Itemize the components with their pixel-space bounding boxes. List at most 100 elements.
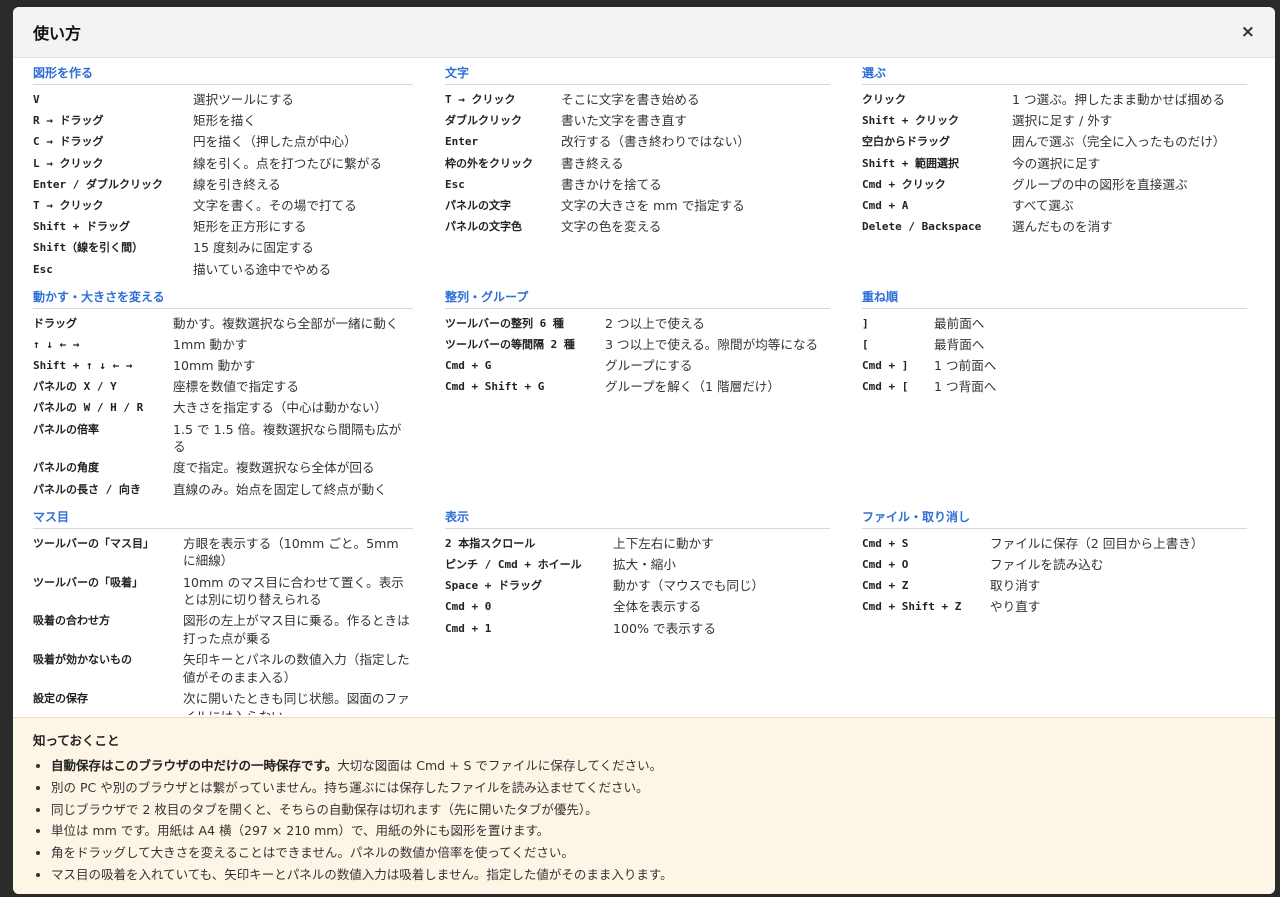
shortcut-row: Cmd + A すべて選ぶ — [862, 197, 1247, 218]
shortcut-row: R → ドラッグ 矩形を描く — [33, 112, 413, 133]
shortcut-description: 1 つ選ぶ。押したまま動かせば掴める — [1012, 92, 1226, 107]
shortcut-key: Cmd + O — [862, 557, 909, 571]
shortcut-key: パネルの文字 — [445, 198, 511, 212]
shortcut-description: 1 つ背面へ — [934, 379, 997, 395]
note-item: 角をドラッグして大きさを変えることはできません。パネルの数値か倍率を使ってくださ… — [51, 842, 1255, 864]
shortcut-key: ツールバーの「吸着」 — [33, 575, 143, 589]
note-emphasis: 自動保存はこのブラウザの中だけの一時保存です。 — [51, 758, 338, 773]
shortcut-description: グループにする — [605, 358, 693, 374]
note-item: マス目の吸着を入れていても、矢印キーとパネルの数値入力は吸着しません。指定した値… — [51, 864, 1255, 886]
shortcut-row: Cmd + S ファイルに保存（2 回目から上書き） — [862, 535, 1247, 556]
notes-panel: 知っておくこと 自動保存はこのブラウザの中だけの一時保存です。大切な図面は Cm… — [13, 717, 1275, 894]
shortcut-row: 枠の外をクリック 書き終える — [445, 155, 830, 176]
shortcut-key: ↑ ↓ ← → — [33, 337, 80, 351]
shortcut-key: Enter / ダブルクリック — [33, 177, 163, 191]
shortcut-section: マス目 ツールバーの「マス目」 方眼を表示する（10mm ごと。5mm に細線） ツー… — [33, 508, 413, 715]
shortcut-key: Shift + 範囲選択 — [862, 156, 959, 170]
shortcut-key: パネルの W / H / R — [33, 401, 144, 415]
shortcut-section: 図形を作る V 選択ツールにする R → ドラッグ 矩形を描く C → ドラッグ 円を描く（… — [33, 64, 413, 282]
shortcut-key: Shift（線を引く間） — [33, 241, 144, 255]
shortcut-row: パネルの角度 度で指定。複数選択なら全体が回る — [33, 459, 413, 480]
shortcut-description: 次に開いたときも同じ状態。図面のファイルには入らない — [183, 690, 410, 715]
section-title: 整列・グループ — [445, 288, 830, 309]
shortcut-key: V — [33, 93, 40, 106]
shortcut-description: 座標を数値で指定する — [173, 379, 299, 395]
shortcut-row: パネルの W / H / R 大きさを指定する（中心は動かない） — [33, 399, 413, 420]
shortcut-row: 吸着が効かないもの 矢印キーとパネルの数値入力（指定した値がそのまま入る） — [33, 651, 413, 690]
shortcut-description: 線を引き終える — [193, 176, 281, 192]
shortcut-description: 3 つ以上で使える。隙間が均等になる — [605, 336, 819, 352]
shortcut-table: Cmd + S ファイルに保存（2 回目から上書き） Cmd + O ファイルを読み込… — [862, 535, 1247, 620]
shortcut-key: R → ドラッグ — [33, 114, 104, 128]
shortcut-key: T → クリック — [33, 198, 104, 212]
shortcut-description: 1mm 動かす — [173, 336, 248, 352]
shortcut-description: 文字の大きさを mm で指定する — [561, 197, 745, 213]
shortcut-description: 大きさを指定する（中心は動かない） — [173, 400, 388, 416]
shortcut-row: Cmd + Shift + Z やり直す — [862, 598, 1247, 619]
shortcut-description: 描いている途中でやめる — [193, 261, 332, 277]
shortcut-description: ファイルに保存（2 回目から上書き） — [990, 535, 1204, 551]
shortcut-row: L → クリック 線を引く。点を打つたびに繋がる — [33, 155, 413, 176]
note-item: 単位は mm です。用紙は A4 横（297 × 210 mm）で、用紙の外にも… — [51, 820, 1255, 842]
shortcut-description: 度で指定。複数選択なら全体が回る — [173, 460, 375, 476]
shortcut-key: パネルの長さ / 向き — [33, 482, 141, 496]
shortcut-description: やり直す — [990, 599, 1041, 615]
shortcut-key: ピンチ / Cmd + ホイール — [445, 557, 582, 571]
shortcut-table: ] 最前面へ [最背面へ Cmd + ] 1 つ前面へ Cmd + [1 つ背面へ — [862, 315, 1247, 400]
shortcut-row: C → ドラッグ 円を描く（押した点が中心） — [33, 133, 413, 154]
shortcut-description: すべて選ぶ — [1012, 197, 1074, 213]
shortcut-description: 書いた文字を書き直す — [561, 113, 687, 129]
shortcut-row: Cmd + [ 1 つ背面へ — [862, 378, 1247, 399]
note-item: 別の PC や別のブラウザとは繋がっていません。持ち運ぶには保存したファイルを読… — [51, 777, 1255, 799]
shortcut-description: 今の選択に足す — [1012, 155, 1101, 171]
shortcut-row: ] 最前面へ — [862, 315, 1247, 336]
shortcut-section: 表示 2 本指スクロール 上下左右に動かす ピンチ / Cmd + ホイール 拡大・縮小… — [445, 508, 830, 715]
shortcut-description: 最前面へ — [934, 315, 985, 331]
shortcut-table: ツールバーの「マス目」 方眼を表示する（10mm ごと。5mm に細線） ツールバー… — [33, 535, 413, 715]
shortcut-description: 囲んで選ぶ（完全に入ったものだけ） — [1012, 134, 1226, 150]
section-title: 文字 — [445, 64, 830, 85]
shortcut-row: Cmd + Z 取り消す — [862, 577, 1247, 598]
shortcut-key: 吸着の合わせ方 — [33, 614, 110, 628]
shortcut-key: Cmd + 0 — [445, 600, 492, 614]
shortcut-key: クリック — [862, 93, 906, 106]
shortcut-key: Delete / Backspace — [862, 220, 982, 234]
shortcut-key: Cmd + クリック — [862, 177, 946, 191]
shortcut-description: 2 つ以上で使える — [605, 315, 705, 331]
shortcut-row: クリック 1 つ選ぶ。押したまま動かせば掴める — [862, 91, 1247, 112]
shortcut-key: L → クリック — [33, 156, 104, 170]
dialog-header: 使い方 × — [13, 7, 1275, 58]
shortcut-section: 重ね順] 最前面へ [最背面へ Cmd + ] 1 つ前面へ Cmd + [1 つ背面へ — [862, 288, 1247, 502]
shortcut-row: パネルの長さ / 向き 直線のみ。始点を固定して終点が動く — [33, 481, 413, 502]
shortcut-row: Esc 描いている途中でやめる — [33, 261, 413, 282]
shortcut-row: 吸着の合わせ方 図形の左上がマス目に乗る。作るときは打った点が乗る — [33, 612, 413, 651]
shortcut-key: Enter — [445, 135, 479, 149]
shortcut-key: パネルの文字色 — [445, 220, 522, 234]
shortcut-description: 文字の色を変える — [561, 219, 662, 235]
shortcut-table: 2 本指スクロール 上下左右に動かす ピンチ / Cmd + ホイール 拡大・縮小 Sp… — [445, 535, 830, 641]
shortcut-description: 矩形を正方形にする — [193, 219, 307, 235]
shortcut-row: ツールバーの「マス目」 方眼を表示する（10mm ごと。5mm に細線） — [33, 535, 413, 574]
shortcut-row: ダブルクリック 書いた文字を書き直す — [445, 112, 830, 133]
shortcut-row: Shift + ドラッグ 矩形を正方形にする — [33, 218, 413, 239]
section-title: 表示 — [445, 508, 830, 529]
shortcut-row: Cmd + O ファイルを読み込む — [862, 556, 1247, 577]
shortcut-key: Cmd + [ — [862, 380, 909, 394]
section-title: 図形を作る — [33, 64, 413, 85]
shortcut-description: 1.5 で 1.5 倍。複数選択なら間隔も広がる — [173, 421, 402, 455]
shortcut-table: ドラッグ 動かす。複数選択なら全部が一緒に動く ↑ ↓ ← → 1mm 動かす Shif… — [33, 315, 413, 502]
shortcut-row: 2 本指スクロール 上下左右に動かす — [445, 535, 830, 556]
shortcut-section: ファイル・取り消し Cmd + S ファイルに保存（2 回目から上書き） Cmd + … — [862, 508, 1247, 715]
shortcut-section: 選ぶ クリック 1 つ選ぶ。押したまま動かせば掴める Shift + クリック 選択に足… — [862, 64, 1247, 282]
shortcut-row: Shift + クリック 選択に足す / 外す — [862, 112, 1247, 133]
shortcut-description: 改行する（書き終わりではない） — [561, 134, 750, 150]
shortcut-row: Cmd + ] 1 つ前面へ — [862, 357, 1247, 378]
note-text: 大切な図面は Cmd + S でファイルに保存してください。 — [337, 758, 663, 773]
shortcut-row: パネルの X / Y 座標を数値で指定する — [33, 378, 413, 399]
shortcut-key: 吸着が効かないもの — [33, 653, 132, 667]
close-icon[interactable]: × — [1241, 22, 1255, 42]
dialog-body: 図形を作る V 選択ツールにする R → ドラッグ 矩形を描く C → ドラッグ 円を描く（… — [13, 58, 1275, 715]
shortcut-row: T → クリック 文字を書く。その場で打てる — [33, 197, 413, 218]
section-title: 動かす・大きさを変える — [33, 288, 413, 309]
shortcut-row: Delete / Backspace 選んだものを消す — [862, 218, 1247, 239]
